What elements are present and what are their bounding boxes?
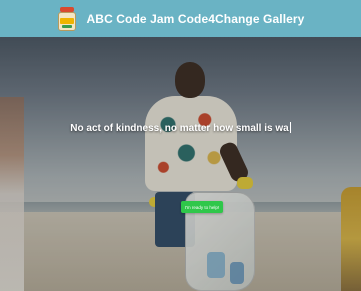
site-title[interactable]: ABC Code Jam Code4Change Gallery (87, 12, 305, 26)
hero-headline-text: No act of kindness, no matter how small … (70, 123, 289, 134)
hero-section: No act of kindness, no matter how small … (0, 37, 361, 291)
jar-lid (59, 6, 74, 12)
typing-cursor (289, 122, 291, 133)
jar-label-stripe (61, 24, 72, 28)
top-navbar: ABC Code Jam Code4Change Gallery (0, 0, 361, 37)
hero-headline: No act of kindness, no matter how small … (0, 122, 361, 134)
jar-logo-icon[interactable] (57, 6, 77, 31)
hero-overlay (0, 37, 361, 291)
ready-to-help-button[interactable]: I'm ready to help! (181, 201, 223, 213)
jar-label (59, 17, 74, 24)
